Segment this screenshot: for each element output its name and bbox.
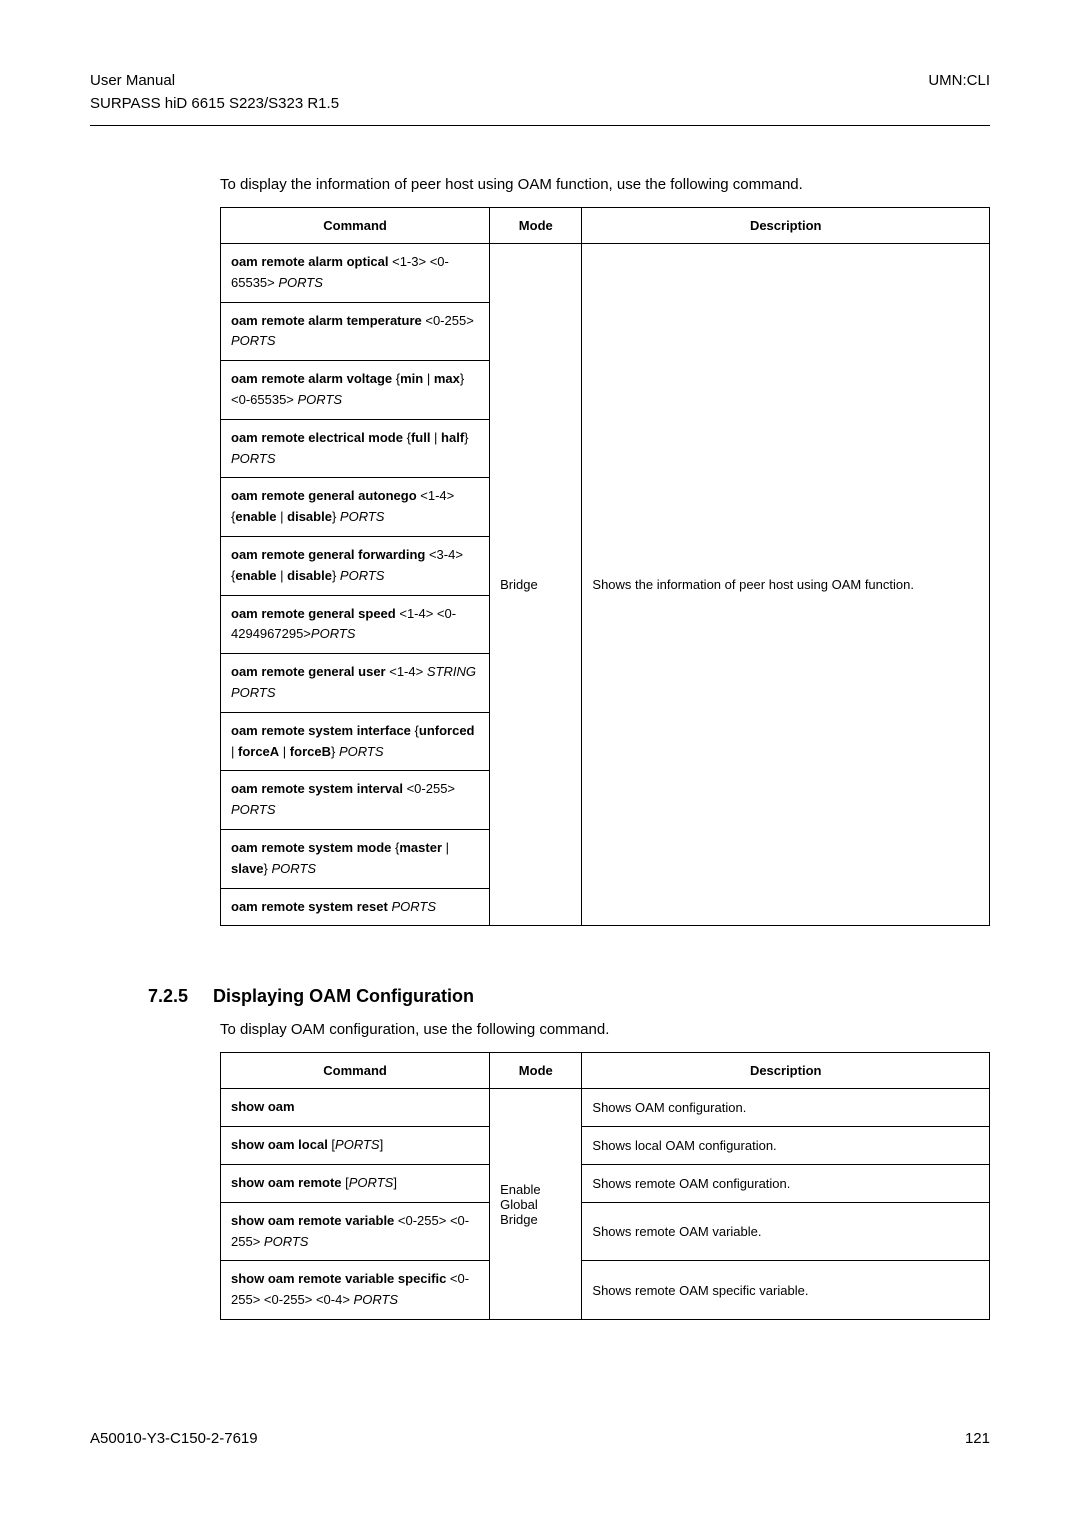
page-header: User Manual SURPASS hiD 6615 S223/S323 R…: [90, 70, 990, 115]
mode-cell: Bridge: [490, 244, 582, 926]
cmd-cell: oam remote system reset PORTS: [221, 888, 490, 926]
table-header-row: Command Mode Description: [221, 1053, 990, 1089]
section-title: Displaying OAM Configuration: [213, 986, 474, 1007]
cmd-cell: oam remote general forwarding <3-4> {ena…: [221, 536, 490, 595]
table-row: oam remote alarm optical <1-3> <0-65535>…: [221, 244, 990, 303]
header-right: UMN:CLI: [928, 70, 990, 115]
cmd-cell: show oam: [221, 1089, 490, 1127]
table-row: show oam Enable Global Bridge Shows OAM …: [221, 1089, 990, 1127]
section-number: 7.2.5: [148, 986, 188, 1007]
cmd-cell: oam remote system mode {master | slave} …: [221, 829, 490, 888]
cmd-cell: oam remote alarm temperature <0-255> POR…: [221, 302, 490, 361]
header-line2: SURPASS hiD 6615 S223/S323 R1.5: [90, 93, 339, 116]
cmd-cell: oam remote system interface {unforced | …: [221, 712, 490, 771]
command-table-2: Command Mode Description show oam Enable…: [220, 1052, 990, 1320]
header-line1: User Manual: [90, 70, 339, 93]
cmd-cell: oam remote alarm voltage {min | max} <0-…: [221, 361, 490, 420]
th-description: Description: [582, 1053, 990, 1089]
cmd-cell: oam remote electrical mode {full | half}…: [221, 419, 490, 478]
desc-cell: Shows local OAM configuration.: [582, 1127, 990, 1165]
section-heading: 7.2.5 Displaying OAM Configuration: [148, 986, 990, 1007]
th-description: Description: [582, 208, 990, 244]
table-row: show oam remote variable specific <0-255…: [221, 1261, 990, 1320]
page-footer: A50010-Y3-C150-2-7619 121: [90, 1430, 990, 1447]
cmd-cell: show oam local [PORTS]: [221, 1127, 490, 1165]
table-row: show oam remote [PORTS] Shows remote OAM…: [221, 1164, 990, 1202]
intro-text-2: To display OAM configuration, use the fo…: [220, 1021, 990, 1038]
cmd-cell: oam remote general autonego <1-4> {enabl…: [221, 478, 490, 537]
command-table-1: Command Mode Description oam remote alar…: [220, 207, 990, 926]
desc-cell: Shows the information of peer host using…: [582, 244, 990, 926]
mode-cell: Enable Global Bridge: [490, 1089, 582, 1320]
desc-cell: Shows remote OAM configuration.: [582, 1164, 990, 1202]
content-block-1: To display the information of peer host …: [220, 176, 990, 926]
cmd-cell: oam remote system interval <0-255> PORTS: [221, 771, 490, 830]
table-header-row: Command Mode Description: [221, 208, 990, 244]
header-rule: [90, 125, 990, 126]
cmd-cell: show oam remote variable specific <0-255…: [221, 1261, 490, 1320]
cmd-cell: oam remote general user <1-4> STRING POR…: [221, 654, 490, 713]
th-mode: Mode: [490, 208, 582, 244]
cmd-cell: oam remote general speed <1-4> <0-429496…: [221, 595, 490, 654]
table-row: show oam remote variable <0-255> <0-255>…: [221, 1202, 990, 1261]
table-row: show oam local [PORTS] Shows local OAM c…: [221, 1127, 990, 1165]
content-block-2: To display OAM configuration, use the fo…: [220, 1021, 990, 1320]
page: User Manual SURPASS hiD 6615 S223/S323 R…: [0, 0, 1080, 1487]
cmd-cell: show oam remote variable <0-255> <0-255>…: [221, 1202, 490, 1261]
cmd-cell: show oam remote [PORTS]: [221, 1164, 490, 1202]
footer-left: A50010-Y3-C150-2-7619: [90, 1430, 258, 1447]
header-left: User Manual SURPASS hiD 6615 S223/S323 R…: [90, 70, 339, 115]
th-command: Command: [221, 1053, 490, 1089]
desc-cell: Shows OAM configuration.: [582, 1089, 990, 1127]
th-command: Command: [221, 208, 490, 244]
intro-text-1: To display the information of peer host …: [220, 176, 990, 193]
desc-cell: Shows remote OAM specific variable.: [582, 1261, 990, 1320]
footer-right: 121: [965, 1430, 990, 1447]
th-mode: Mode: [490, 1053, 582, 1089]
cmd-cell: oam remote alarm optical <1-3> <0-65535>…: [221, 244, 490, 303]
desc-cell: Shows remote OAM variable.: [582, 1202, 990, 1261]
